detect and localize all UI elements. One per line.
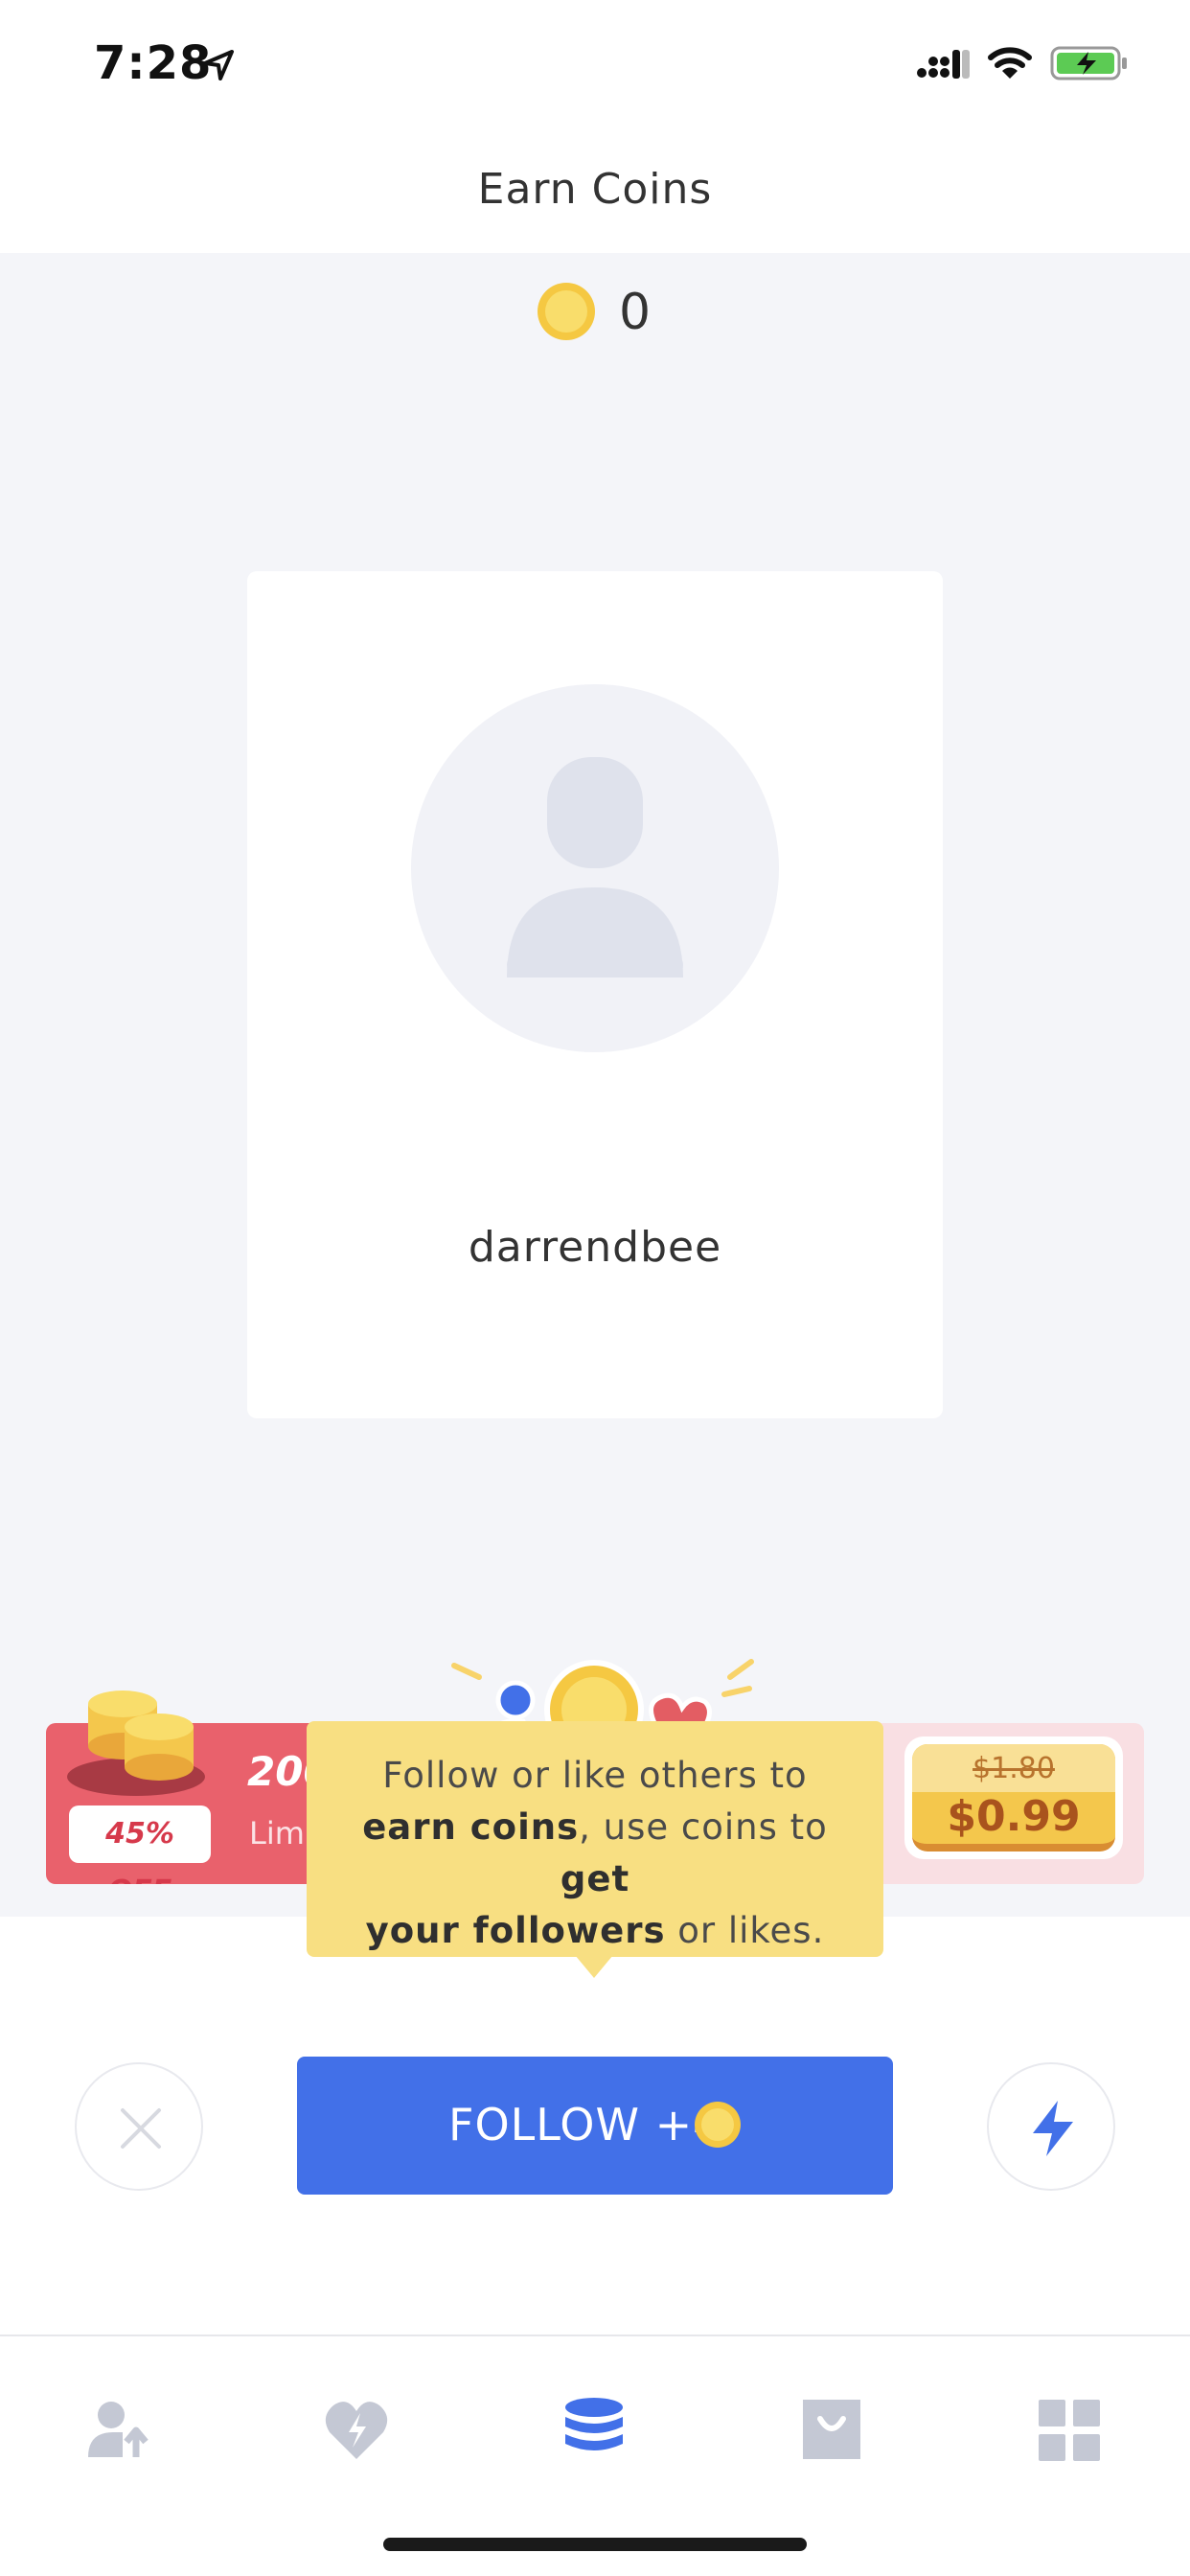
tab-more[interactable] (1021, 2382, 1117, 2478)
tab-get-followers[interactable] (71, 2382, 167, 2478)
promo-subtitle: Lim (249, 1815, 305, 1852)
coin-icon (695, 2102, 741, 2148)
boost-button[interactable] (987, 2062, 1115, 2191)
buy-price-button[interactable]: $1.80 $0.99 (904, 1736, 1123, 1859)
coin-stack-icon (67, 1690, 205, 1796)
coin-balance-value: 0 (619, 284, 652, 341)
tooltip-earn-coins: earn coins (362, 1806, 580, 1848)
page-title: Earn Coins (477, 165, 713, 214)
cellular-signal-icon (917, 50, 970, 79)
header: Earn Coins (0, 126, 1190, 253)
tab-earn-coins[interactable] (546, 2382, 642, 2478)
tooltip-text: Follow or like others to earn coins, use… (326, 1750, 864, 1957)
discount-badge: 45% OFF (69, 1806, 211, 1884)
battery-charging-icon (1050, 46, 1127, 80)
lightning-bolt-icon (1033, 2101, 1073, 2156)
old-price: $1.80 (973, 1752, 1055, 1785)
status-time: 7:28 (94, 36, 213, 90)
follow-button[interactable]: FOLLOW +4 (297, 2057, 893, 2195)
tab-get-likes[interactable] (309, 2382, 404, 2478)
grid-icon (1039, 2400, 1100, 2461)
user-growth-icon (88, 2402, 149, 2457)
home-indicator[interactable] (383, 2538, 807, 2551)
profile-username: darrendbee (468, 1223, 722, 1272)
skip-button[interactable] (75, 2062, 203, 2191)
profile-card: darrendbee (247, 571, 943, 1418)
tooltip-pointer (575, 1955, 613, 1978)
tooltip-end: or likes. (665, 1910, 825, 1951)
wifi-icon (988, 47, 1032, 79)
tooltip-middle: , use coins to (579, 1806, 828, 1848)
coin-balance: 0 (0, 282, 1190, 349)
shop-bag-icon (803, 2400, 860, 2459)
tooltip-get: get (560, 1858, 630, 1899)
coins-stack-icon (565, 2398, 623, 2450)
heart-bolt-icon (325, 2402, 388, 2459)
onboarding-tooltip: Follow or like others to earn coins, use… (307, 1721, 883, 1957)
coin-icon (538, 283, 595, 340)
user-placeholder-icon (507, 757, 683, 978)
price-button-face: $1.80 $0.99 (912, 1744, 1115, 1852)
tab-shop[interactable] (784, 2382, 880, 2478)
status-bar: 7:28 (0, 0, 1190, 126)
follow-button-label: FOLLOW +4 (448, 2099, 722, 2150)
tooltip-followers: your followers (365, 1910, 666, 1951)
close-icon (121, 2108, 161, 2149)
avatar (411, 684, 779, 1052)
new-price: $0.99 (947, 1792, 1081, 1841)
location-arrow-icon (203, 50, 234, 80)
tooltip-line1: Follow or like others to (382, 1755, 808, 1796)
